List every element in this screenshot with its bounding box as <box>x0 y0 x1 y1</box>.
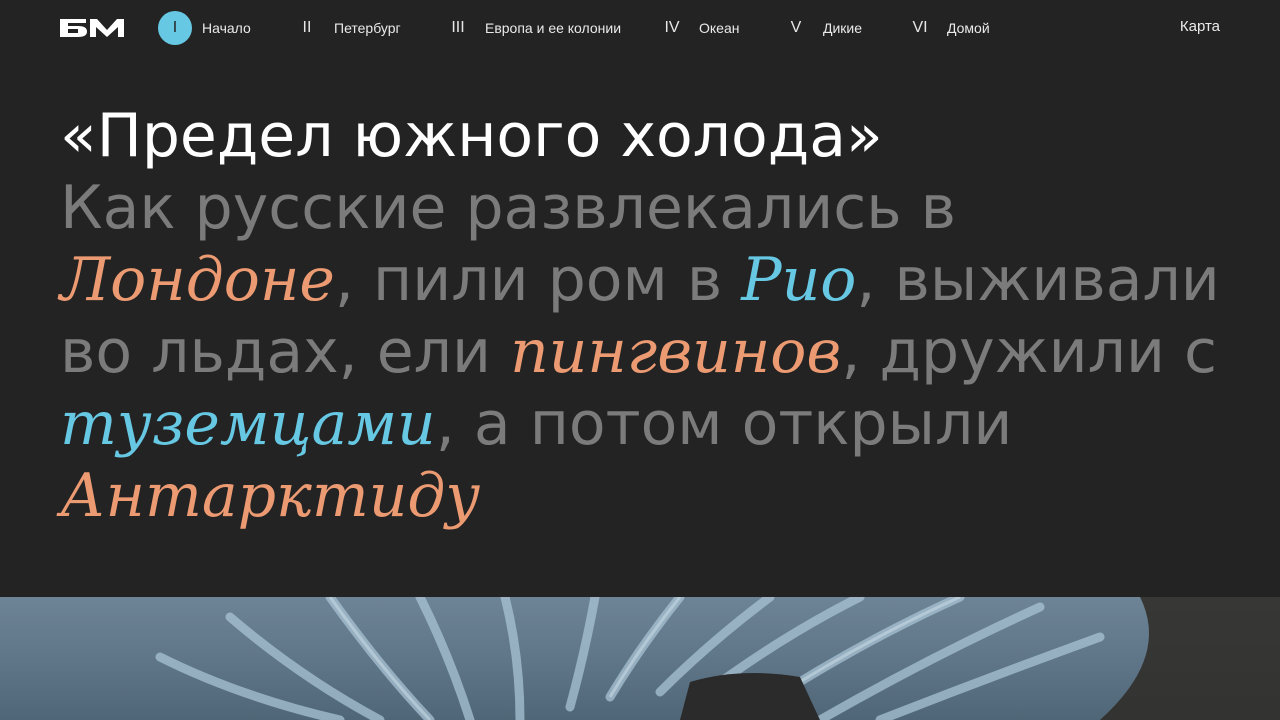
nav-item-label: Начало <box>202 20 251 36</box>
nav-numeral-badge: I <box>158 11 192 45</box>
top-navigation-bar: БМ I Начало II Петербург III Европа и ее… <box>0 0 1280 56</box>
nav-item-label: Океан <box>699 20 740 36</box>
subtitle-text: , пили ром в <box>334 245 742 315</box>
highlight-antarctica: Антарктиду <box>60 461 481 531</box>
nav-numeral: VI <box>912 19 928 36</box>
nav-item-label: Домой <box>947 20 990 36</box>
page-subtitle: Как русские развлекались в Лондоне, пили… <box>60 172 1220 532</box>
hero-section: «Предел южного холода» Как русские развл… <box>60 100 1220 532</box>
nav-item-label: Петербург <box>334 20 401 36</box>
highlight-rio: Рио <box>741 245 857 315</box>
bm-logo-icon[interactable]: БМ <box>60 19 124 37</box>
nav-numeral: V <box>790 19 802 36</box>
nav-item-okean[interactable]: IV Океан <box>661 11 739 45</box>
nav-item-label: Дикие <box>823 20 863 36</box>
nav-numeral: III <box>451 19 465 36</box>
illustration-art <box>155 597 1280 720</box>
map-link[interactable]: Карта <box>1180 18 1220 35</box>
nav-item-dikie[interactable]: V Дикие <box>786 11 862 45</box>
subtitle-text: Как русские развлекались в <box>60 173 956 243</box>
nav-item-nachalo[interactable]: I Начало <box>158 11 251 45</box>
hero-illustration <box>0 597 1280 720</box>
highlight-natives: туземцами <box>60 389 436 459</box>
highlight-london: Лондоне <box>60 245 335 315</box>
subtitle-text: , а потом открыли <box>435 389 1013 459</box>
subtitle-text: , дружили с <box>841 317 1218 387</box>
nav-item-peterburg[interactable]: II Петербург <box>298 11 401 45</box>
nav-item-domoy[interactable]: VI Домой <box>908 11 990 45</box>
nav-numeral: II <box>302 19 312 36</box>
nav-numeral: IV <box>664 19 680 36</box>
highlight-penguins: пингвинов <box>510 317 842 387</box>
nav-item-label: Европа и ее колонии <box>485 20 622 36</box>
page-title: «Предел южного холода» <box>60 101 883 171</box>
nav-item-evropa[interactable]: III Европа и ее колонии <box>448 11 621 45</box>
